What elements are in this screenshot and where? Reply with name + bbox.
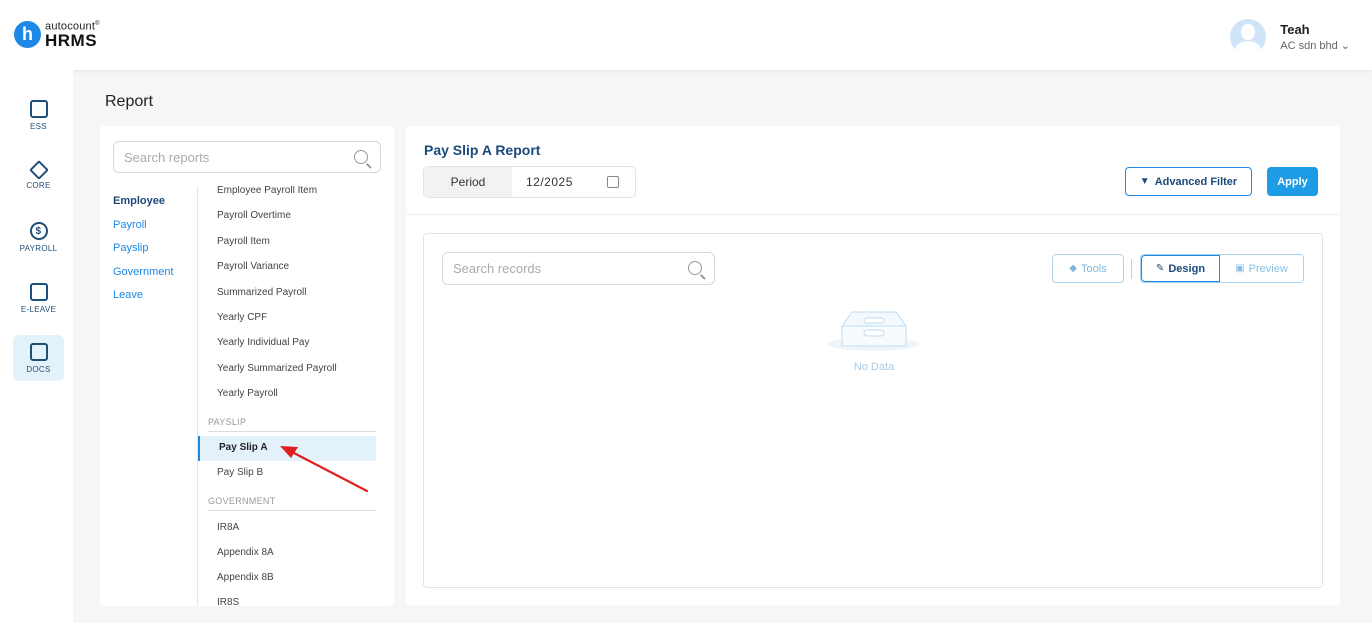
section-header-payslip: PAYSLIP [208, 417, 376, 432]
rail-item-ess[interactable]: ESS [13, 92, 64, 138]
cube-icon [28, 159, 49, 180]
advanced-filter-label: Advanced Filter [1154, 175, 1238, 188]
rail-label: CORE [26, 180, 51, 190]
page-title: Report [105, 93, 154, 110]
design-label: Design [1168, 262, 1206, 275]
report-item[interactable]: Employee Payroll Item [217, 186, 317, 196]
category-nav: Employee Payroll Payslip Government Leav… [113, 194, 174, 312]
user-menu[interactable]: Teah AC sdn bhd ⌄ [1230, 19, 1350, 55]
empty-text: No Data [853, 361, 895, 373]
report-item[interactable]: Yearly Individual Pay [217, 337, 309, 348]
logo-mark: h [14, 21, 41, 49]
empty-state: No Data [824, 304, 924, 373]
report-item[interactable]: IR8A [217, 522, 239, 533]
records-container: ◆ Tools ✎Design ▣Preview No Data [423, 233, 1323, 588]
annotation-arrow-icon [280, 446, 369, 493]
rail-label: PAYROLL [19, 243, 58, 253]
period-label: Period [424, 167, 512, 197]
tools-button[interactable]: ◆ Tools [1052, 254, 1124, 283]
design-button[interactable]: ✎ Design [1141, 255, 1221, 282]
report-item[interactable]: Payroll Variance [217, 261, 289, 272]
report-item[interactable]: Yearly Summarized Payroll [217, 363, 337, 374]
app-logo[interactable]: h autocount® HRMS [14, 21, 100, 49]
category-employee[interactable]: Employee [113, 194, 174, 218]
company-selector[interactable]: AC sdn bhd ⌄ [1280, 39, 1350, 52]
calendar-icon [29, 282, 48, 301]
preview-button[interactable]: ▣ Preview [1220, 255, 1303, 282]
rail-item-docs[interactable]: DOCS [13, 335, 64, 381]
rail-label: ESS [30, 121, 47, 131]
period-value[interactable]: 12/2025 [512, 167, 607, 197]
tools-label: Tools [1081, 262, 1107, 275]
rail-item-e-leave[interactable]: E-LEAVE [13, 275, 64, 321]
report-item[interactable]: Payroll Overtime [217, 210, 291, 221]
report-item[interactable]: Pay Slip B [217, 467, 263, 478]
report-item[interactable]: Payroll Item [217, 236, 270, 247]
report-item-label: Pay Slip A [219, 442, 268, 453]
user-card-icon [29, 99, 48, 118]
section-header-government: GOVERNMENT [208, 496, 376, 511]
rail-label: DOCS [26, 364, 51, 374]
report-item[interactable]: IR8S [217, 597, 239, 606]
top-header: h autocount® HRMS Teah AC sdn bhd ⌄ [0, 0, 1372, 70]
rail-label: E-LEAVE [20, 304, 57, 314]
design-icon: ✎ [1155, 263, 1165, 274]
document-chart-icon [29, 342, 48, 361]
advanced-filter-button[interactable]: ▼ Advanced Filter [1125, 167, 1252, 196]
preview-label: Preview [1248, 262, 1288, 275]
rail-item-core[interactable]: CORE [13, 153, 64, 199]
search-records-box [442, 252, 715, 285]
dollar-icon: $ [29, 221, 48, 240]
calendar-icon[interactable] [607, 176, 619, 188]
module-rail: ESS CORE $ PAYROLL E-LEAVE DOCS [0, 70, 73, 623]
category-payslip[interactable]: Payslip [113, 241, 174, 265]
search-reports-input[interactable] [114, 142, 334, 172]
category-government[interactable]: Government [113, 265, 174, 289]
report-item[interactable]: Yearly CPF [217, 312, 267, 323]
logo-wordmark-bottom: HRMS [45, 30, 98, 50]
search-icon[interactable] [688, 261, 702, 275]
report-title: Pay Slip A Report [424, 142, 541, 158]
category-leave[interactable]: Leave [113, 288, 174, 312]
graduation-cap-icon: ◆ [1069, 263, 1077, 274]
preview-icon: ▣ [1235, 263, 1245, 274]
rail-item-payroll[interactable]: $ PAYROLL [13, 214, 64, 260]
filter-icon: ▼ [1139, 176, 1150, 187]
avatar[interactable] [1230, 19, 1267, 55]
report-list-panel: Employee Payroll Payslip Government Leav… [100, 126, 394, 606]
report-item[interactable]: Yearly Payroll [217, 388, 278, 399]
category-payroll[interactable]: Payroll [113, 218, 174, 242]
search-icon[interactable] [354, 150, 368, 164]
toolbar-separator [1131, 259, 1132, 279]
apply-button[interactable]: Apply [1267, 167, 1318, 196]
period-field[interactable]: Period 12/2025 [423, 166, 636, 198]
report-item[interactable]: Appendix 8B [217, 572, 274, 583]
design-preview-toggle: ✎ Design ▣ Preview [1140, 254, 1304, 283]
report-main-panel: Pay Slip A Report Period 12/2025 ▼ Advanc… [406, 126, 1340, 605]
report-item[interactable]: Summarized Payroll [217, 287, 306, 298]
report-list: Employee Payroll Item Payroll Overtime P… [197, 186, 379, 606]
report-item[interactable]: Appendix 8A [217, 547, 274, 558]
logo-registered: ® [95, 21, 100, 27]
empty-box-icon [828, 311, 920, 351]
user-name: Teah [1280, 22, 1310, 37]
search-records-input[interactable] [443, 253, 673, 284]
search-reports-box [113, 141, 381, 173]
divider [406, 214, 1340, 215]
